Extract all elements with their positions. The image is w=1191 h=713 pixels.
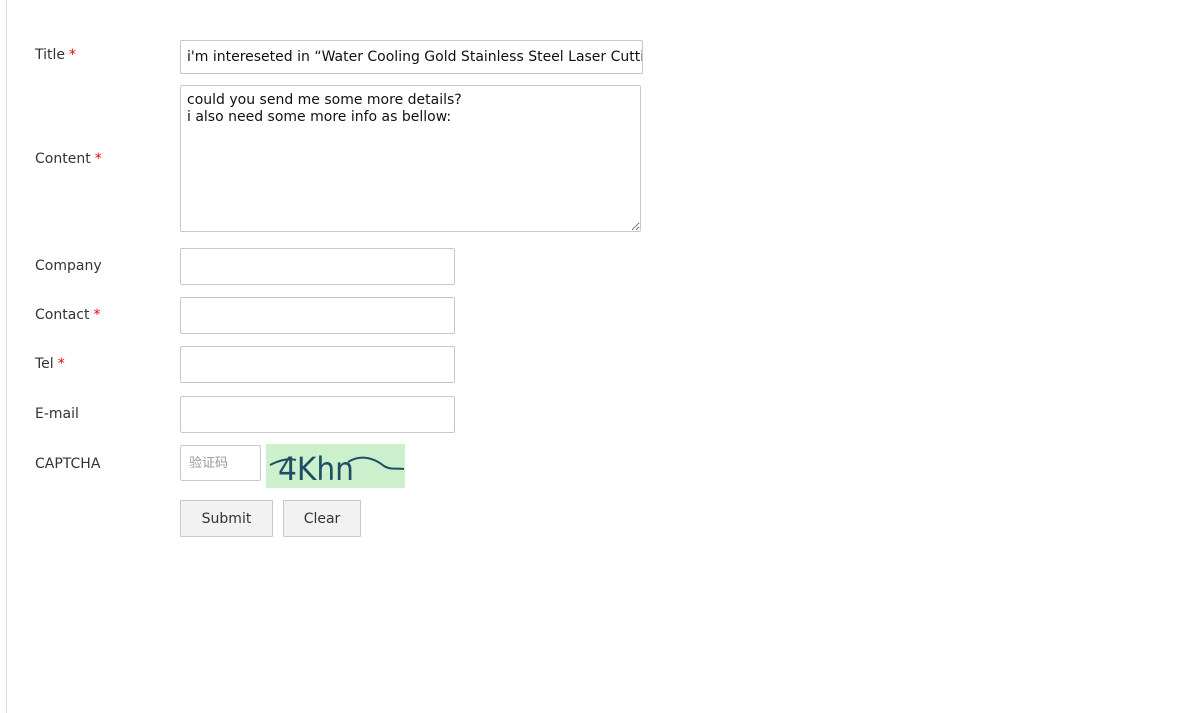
title-input[interactable]: i'm intereseted in “Water Cooling Gold S… (180, 40, 643, 74)
left-divider (6, 0, 7, 713)
required-mark: * (94, 151, 102, 167)
tel-input[interactable] (180, 346, 455, 383)
contact-label: Contact * (35, 307, 101, 323)
company-input[interactable] (180, 248, 455, 285)
captcha-image[interactable]: 4Khn (266, 444, 405, 488)
title-label: Title * (35, 47, 77, 63)
required-mark: * (69, 47, 77, 63)
email-label: E-mail (35, 406, 79, 422)
captcha-text: 4Khn (278, 450, 354, 488)
email-input[interactable] (180, 396, 455, 433)
content-textarea[interactable]: could you send me some more details? i a… (180, 85, 641, 232)
required-mark: * (93, 307, 101, 323)
clear-button[interactable]: Clear (283, 500, 361, 537)
captcha-input[interactable] (180, 445, 261, 481)
tel-label: Tel * (35, 356, 65, 372)
company-label: Company (35, 258, 102, 274)
contact-input[interactable] (180, 297, 455, 334)
captcha-graphic: 4Khn (269, 450, 405, 488)
content-label: Content * (35, 151, 102, 167)
required-mark: * (57, 356, 65, 372)
captcha-label: CAPTCHA (35, 456, 101, 472)
submit-button[interactable]: Submit (180, 500, 273, 537)
